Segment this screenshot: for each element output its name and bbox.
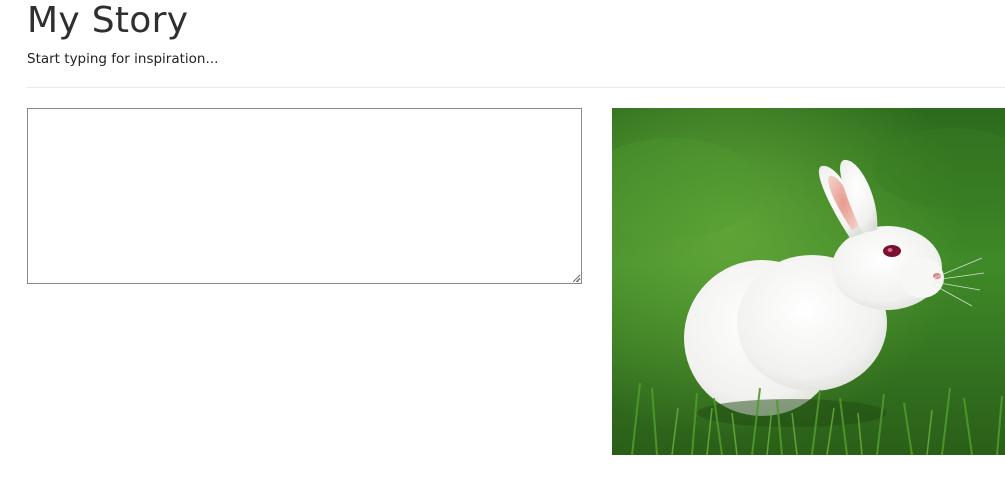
page-header: My Story Start typing for inspiration... <box>27 0 1005 68</box>
story-textarea[interactable] <box>27 108 582 284</box>
inspiration-image <box>612 108 1005 455</box>
story-page: My Story Start typing for inspiration... <box>0 0 1005 504</box>
header-divider <box>27 87 1005 88</box>
page-title: My Story <box>27 0 189 41</box>
rabbit-image <box>612 108 1005 455</box>
page-subtitle: Start typing for inspiration... <box>27 51 219 67</box>
